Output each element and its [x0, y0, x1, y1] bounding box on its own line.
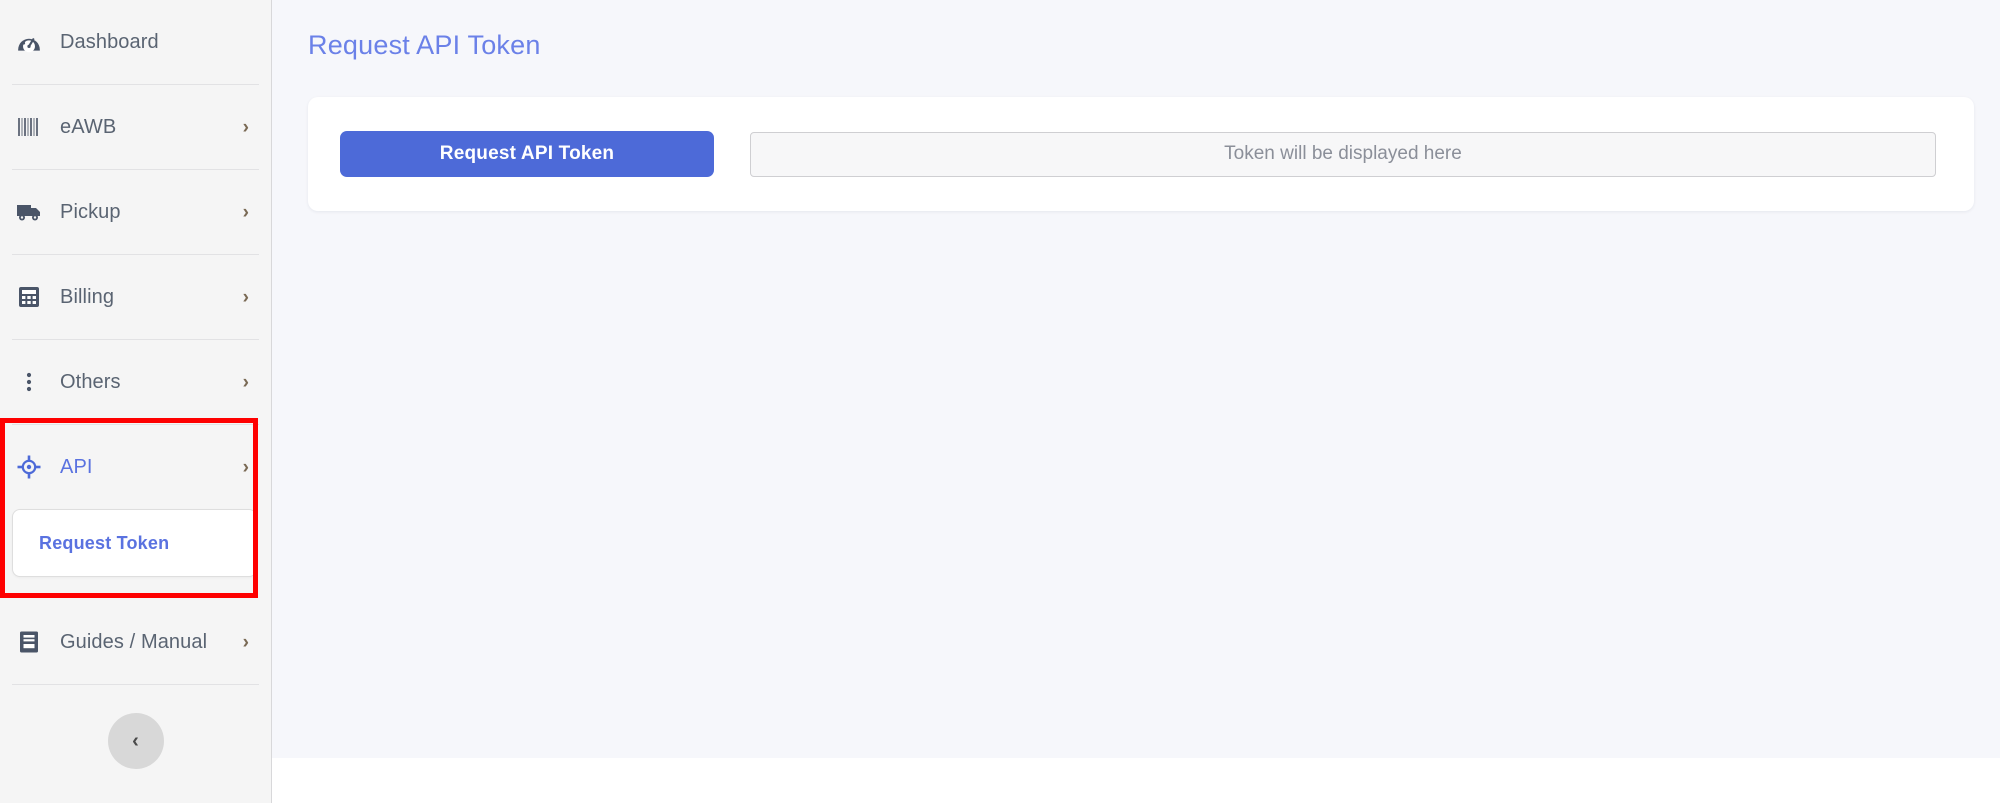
chevron-right-icon: › [242, 631, 249, 653]
request-api-token-button[interactable]: Request API Token [340, 131, 714, 177]
request-token-card: Request API Token Token will be displaye… [308, 97, 1974, 211]
main-content: Request API Token Request API Token Toke… [272, 0, 2000, 803]
sidebar-group-spacer [0, 577, 271, 599]
sidebar-item-label: Dashboard [60, 30, 159, 53]
dots-vertical-icon [14, 370, 44, 394]
chevron-right-icon: › [242, 371, 249, 393]
crosshair-icon [14, 455, 44, 479]
truck-icon [14, 201, 44, 223]
sidebar: Dashboard eAWB › Pickup › Billing › Othe… [0, 0, 272, 803]
sidebar-collapse-button[interactable]: ‹ [107, 713, 164, 769]
book-icon [14, 630, 44, 654]
page-title: Request API Token [308, 30, 541, 60]
sidebar-group-api: API › Request Token [0, 425, 271, 599]
chevron-right-icon: › [242, 201, 249, 223]
sidebar-item-eawb[interactable]: eAWB › [0, 85, 271, 169]
app-root: Dashboard eAWB › Pickup › Billing › Othe… [0, 0, 2000, 803]
chevron-left-icon: ‹ [132, 730, 139, 752]
token-display-field[interactable]: Token will be displayed here [750, 131, 1936, 177]
sidebar-item-guides-manual[interactable]: Guides / Manual › [0, 600, 271, 684]
sidebar-collapse-wrap: ‹ [0, 685, 271, 769]
sidebar-item-dashboard[interactable]: Dashboard [0, 0, 271, 84]
main-bottom-strip [272, 758, 2000, 803]
barcode-icon [14, 116, 44, 138]
calculator-icon [14, 285, 44, 309]
sidebar-item-api[interactable]: API › [0, 425, 271, 509]
chevron-right-icon: › [242, 286, 249, 308]
sidebar-item-others[interactable]: Others › [0, 340, 271, 424]
sidebar-item-pickup[interactable]: Pickup › [0, 170, 271, 254]
sidebar-item-billing[interactable]: Billing › [0, 255, 271, 339]
sidebar-subitem-label: Request Token [39, 532, 170, 553]
chevron-right-icon: › [242, 116, 249, 138]
sidebar-item-label: eAWB [60, 115, 117, 138]
sidebar-item-label: Pickup [60, 200, 121, 223]
speedometer-icon [14, 29, 44, 55]
chevron-right-icon: › [242, 456, 249, 478]
sidebar-item-label: Guides / Manual [60, 630, 208, 653]
sidebar-item-label: Billing [60, 285, 115, 308]
sidebar-item-label: Others [60, 370, 121, 393]
sidebar-subitem-request-token[interactable]: Request Token [12, 509, 257, 577]
sidebar-item-label: API [60, 455, 93, 478]
